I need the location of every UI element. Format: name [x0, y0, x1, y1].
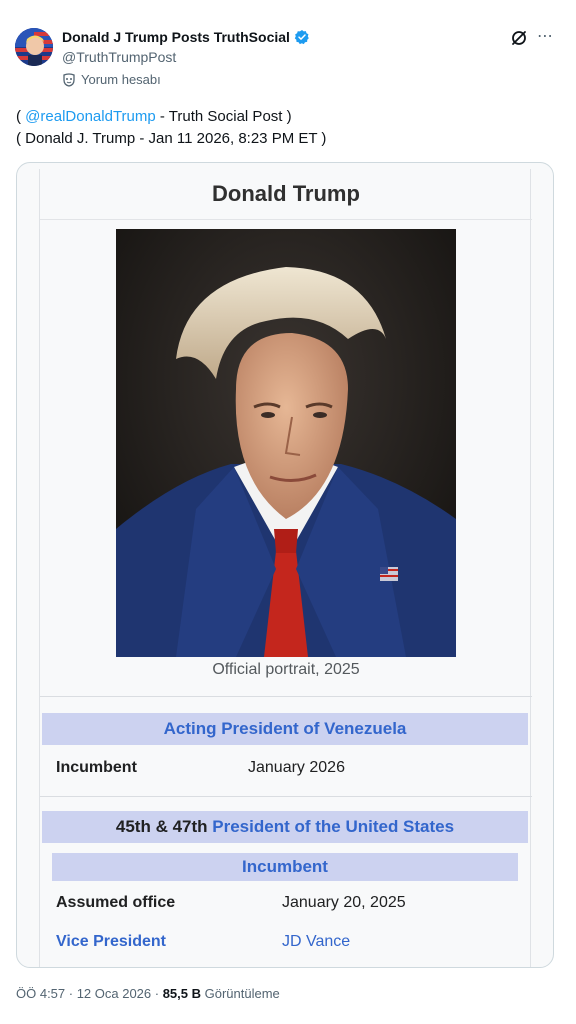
author-name-label: Donald J Trump Posts TruthSocial	[62, 29, 290, 45]
post-line-1-open: (	[16, 108, 26, 125]
divider	[40, 696, 532, 697]
incumbent-value: January 2026	[248, 759, 345, 776]
infobox-title-divider	[40, 219, 532, 220]
grok-icon[interactable]	[510, 29, 528, 47]
account-note-label: Yorum hesabı	[81, 72, 161, 87]
mention-link[interactable]: @realDonaldTrump	[25, 108, 156, 125]
assumed-office-value: January 20, 2025	[282, 894, 406, 911]
portrait-image	[116, 229, 456, 657]
post-line-1: ( @realDonaldTrump - Truth Social Post )	[16, 106, 326, 128]
avatar[interactable]	[15, 28, 53, 66]
portrait-caption: Official portrait, 2025	[212, 661, 360, 678]
verified-badge-icon	[294, 30, 309, 45]
post-meta: ÖÖ 4:57 · 12 Oca 2026 · 85,5 B Görüntüle…	[16, 986, 280, 1001]
assumed-office-label: Assumed office	[56, 894, 176, 911]
post-timestamp[interactable]: ÖÖ 4:57 · 12 Oca 2026 ·	[16, 986, 163, 1001]
infobox-title: Donald Trump	[212, 181, 360, 206]
incumbent-label: Incumbent	[56, 759, 137, 776]
author-handle[interactable]: @TruthTrumpPost	[62, 49, 176, 65]
divider	[40, 796, 532, 797]
view-count: 85,5 B	[162, 986, 202, 1001]
vice-president-label[interactable]: Vice President	[56, 933, 166, 951]
ordinal-label: 45th & 47th	[115, 817, 208, 836]
incumbent-subheader[interactable]: Incumbent	[52, 853, 518, 881]
post-line-1-rest: - Truth Social Post )	[155, 108, 292, 125]
view-count-label: Görüntüleme	[201, 986, 280, 1001]
wiki-infobox: Donald Trump Official portrait, 2025 Act…	[39, 169, 532, 967]
mask-icon	[63, 72, 75, 87]
media-card[interactable]: Donald Trump Official portrait, 2025 Act…	[16, 162, 554, 968]
vice-president-value[interactable]: JD Vance	[282, 933, 350, 951]
post-text: ( @realDonaldTrump - Truth Social Post )…	[16, 106, 326, 150]
office-title[interactable]: President of the United States	[212, 817, 454, 836]
more-icon[interactable]: ⋯	[537, 28, 555, 46]
section-header-venezuela[interactable]: Acting President of Venezuela	[42, 713, 528, 745]
author-name[interactable]: Donald J Trump Posts TruthSocial	[62, 29, 310, 45]
post-header: Donald J Trump Posts TruthSocial @TruthT…	[0, 0, 576, 100]
account-note: Yorum hesabı	[62, 72, 161, 87]
section-header-us-president[interactable]: 45th & 47th President of the United Stat…	[42, 811, 528, 843]
post-line-2: ( Donald J. Trump - Jan 11 2026, 8:23 PM…	[16, 130, 327, 147]
